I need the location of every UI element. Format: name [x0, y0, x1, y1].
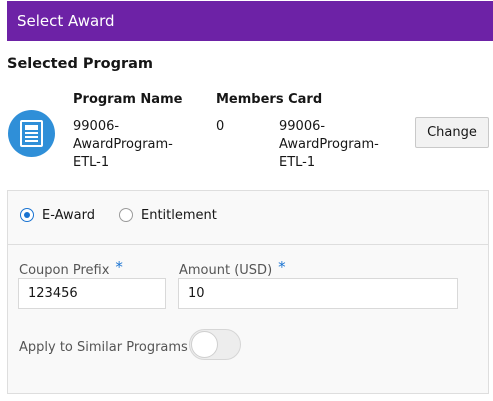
coupon-prefix-label: Coupon Prefix * — [19, 258, 123, 278]
award-form-panel: E-Award Entitlement Coupon Prefix * Amoun… — [7, 190, 489, 394]
program-name-line: 99006- — [73, 119, 120, 134]
coupon-prefix-label-text: Coupon Prefix — [19, 263, 110, 278]
program-name-line: AwardProgram- — [73, 137, 173, 152]
required-indicator: * — [278, 258, 286, 276]
members-card-line: 99006- — [279, 119, 326, 134]
amount-input[interactable] — [178, 278, 458, 309]
members-card-line: AwardProgram- — [279, 137, 379, 152]
program-avatar — [8, 110, 55, 157]
change-button[interactable]: Change — [415, 117, 489, 148]
apply-similar-label: Apply to Similar Programs — [19, 340, 188, 355]
toggle-knob[interactable] — [191, 331, 218, 358]
apply-similar-toggle[interactable] — [189, 329, 241, 360]
members-count: 0 — [216, 119, 225, 134]
coupon-prefix-input[interactable] — [18, 278, 166, 309]
divider — [8, 244, 488, 245]
radio-button-unchecked[interactable] — [119, 208, 133, 222]
section-title: Selected Program — [7, 56, 154, 72]
radio-label: E-Award — [42, 207, 95, 223]
program-name-line: ETL-1 — [73, 155, 110, 170]
amount-label: Amount (USD) * — [179, 258, 286, 278]
radio-entitlement[interactable]: Entitlement — [119, 207, 217, 223]
members-card-header: Members Card — [216, 92, 323, 107]
radio-button-checked[interactable] — [20, 208, 34, 222]
members-card-line: ETL-1 — [279, 155, 316, 170]
radio-label: Entitlement — [141, 207, 217, 223]
dialog-header: Select Award — [7, 1, 493, 41]
program-name-header: Program Name — [73, 92, 183, 107]
program-card-icon — [20, 120, 43, 147]
amount-label-text: Amount (USD) — [179, 263, 273, 278]
program-name-value: 99006- AwardProgram- ETL-1 — [73, 118, 173, 172]
required-indicator: * — [115, 258, 123, 276]
dialog-title: Select Award — [17, 12, 115, 30]
members-card-value: 99006- AwardProgram- ETL-1 — [279, 118, 379, 172]
radio-e-award[interactable]: E-Award — [20, 207, 95, 223]
